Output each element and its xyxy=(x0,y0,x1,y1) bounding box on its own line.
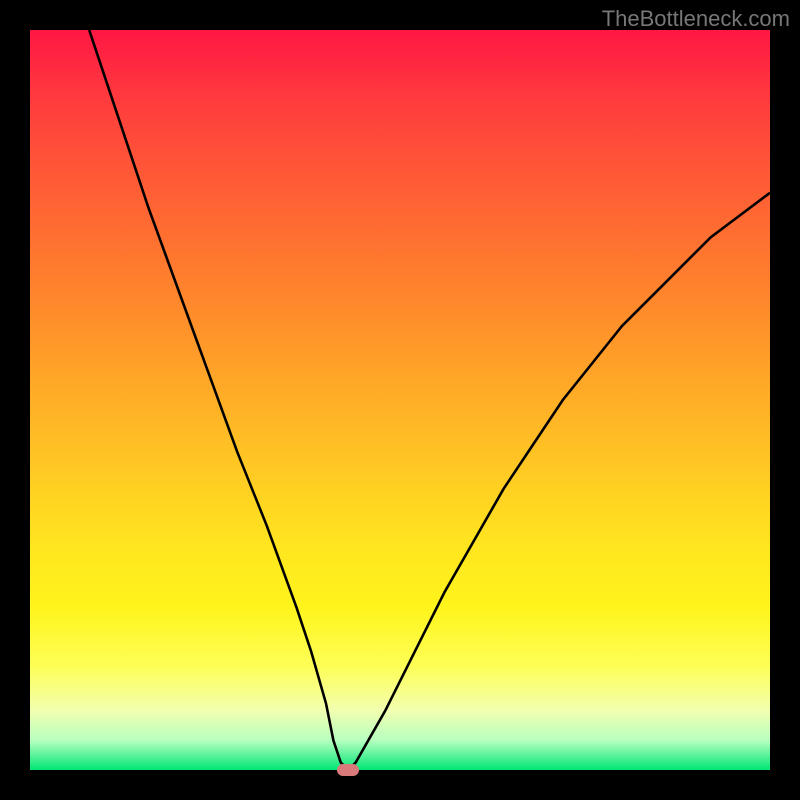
bottleneck-curve-path xyxy=(89,30,770,770)
chart-plot-area xyxy=(30,30,770,770)
optimal-point-marker xyxy=(337,764,359,776)
bottleneck-curve-svg xyxy=(30,30,770,770)
watermark-text: TheBottleneck.com xyxy=(602,6,790,32)
